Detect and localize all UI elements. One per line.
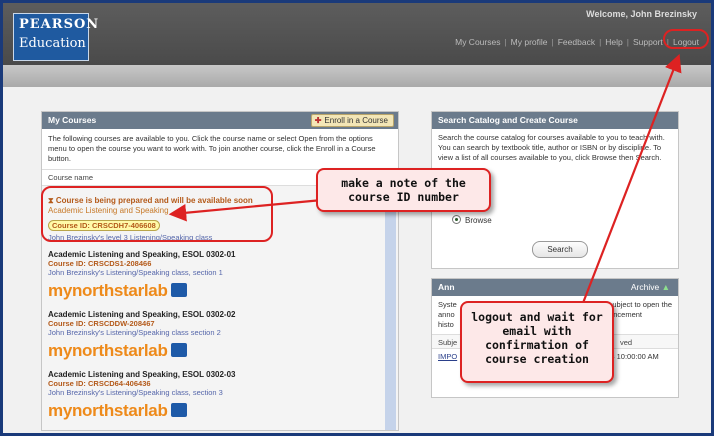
arrow-to-course-id: [168, 197, 334, 222]
note-course-id-callout: make a note of the course ID number: [316, 168, 491, 212]
arrow-to-logout: [581, 53, 682, 304]
screenshot-frame: PEARSON Education Welcome, John Brezinsk…: [0, 0, 714, 436]
logout-instruction-callout: logout and wait for email with confirmat…: [460, 301, 614, 383]
